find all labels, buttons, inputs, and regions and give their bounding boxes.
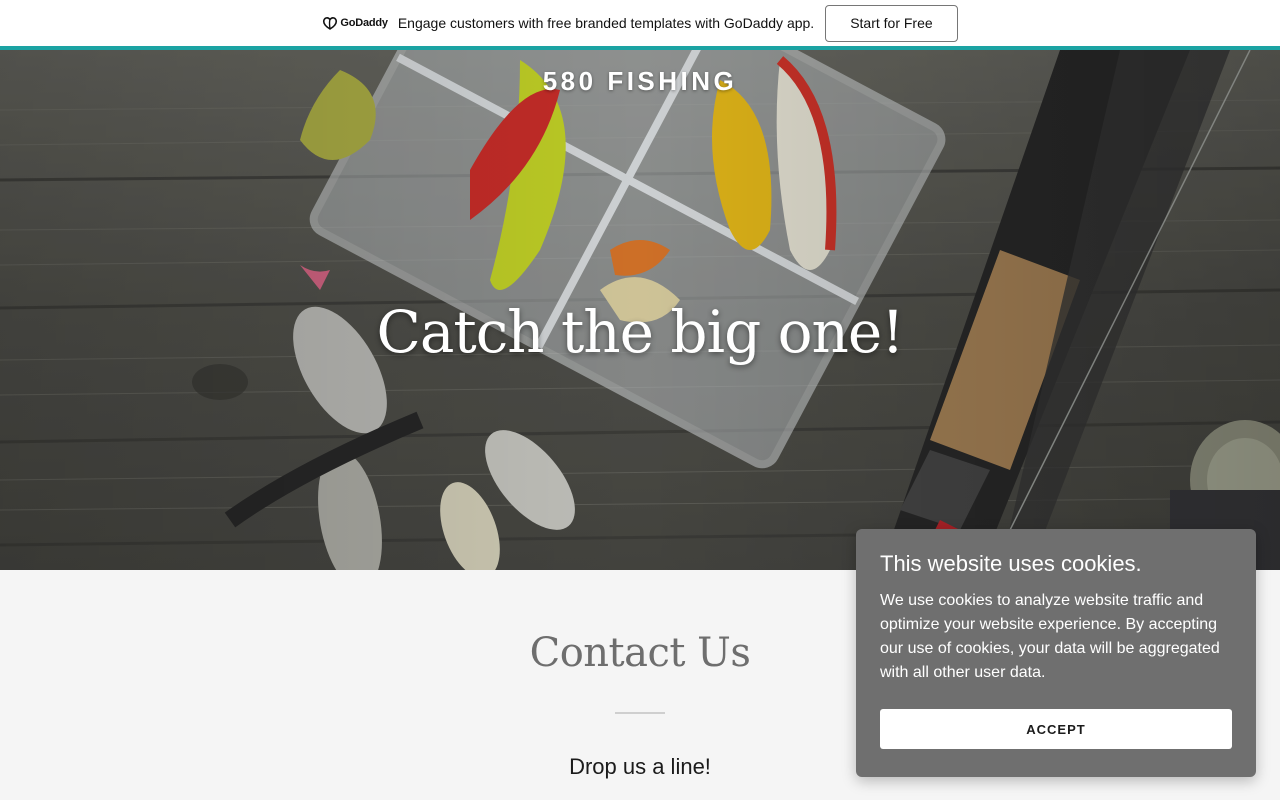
promo-bar: GoDaddy Engage customers with free brand… bbox=[0, 0, 1280, 46]
godaddy-logo-icon bbox=[323, 17, 338, 30]
promo-message: Engage customers with free branded templ… bbox=[397, 15, 815, 31]
hero-heading: Catch the big one! bbox=[376, 298, 904, 366]
cookie-message: We use cookies to analyze website traffi… bbox=[880, 592, 1220, 681]
site-title[interactable]: 580 FISHING bbox=[0, 66, 1280, 97]
cookie-title: This website uses cookies. bbox=[880, 551, 1142, 576]
godaddy-logo[interactable]: GoDaddy bbox=[322, 16, 388, 30]
start-for-free-button[interactable]: Start for Free bbox=[825, 4, 958, 42]
section-divider bbox=[615, 712, 665, 714]
godaddy-logo-text: GoDaddy bbox=[340, 17, 388, 29]
cookie-banner: This website uses cookies. We use cookie… bbox=[856, 529, 1256, 777]
hero-section: 580 FISHING Catch the big one! bbox=[0, 50, 1280, 570]
accept-cookies-button[interactable]: ACCEPT bbox=[880, 709, 1232, 749]
